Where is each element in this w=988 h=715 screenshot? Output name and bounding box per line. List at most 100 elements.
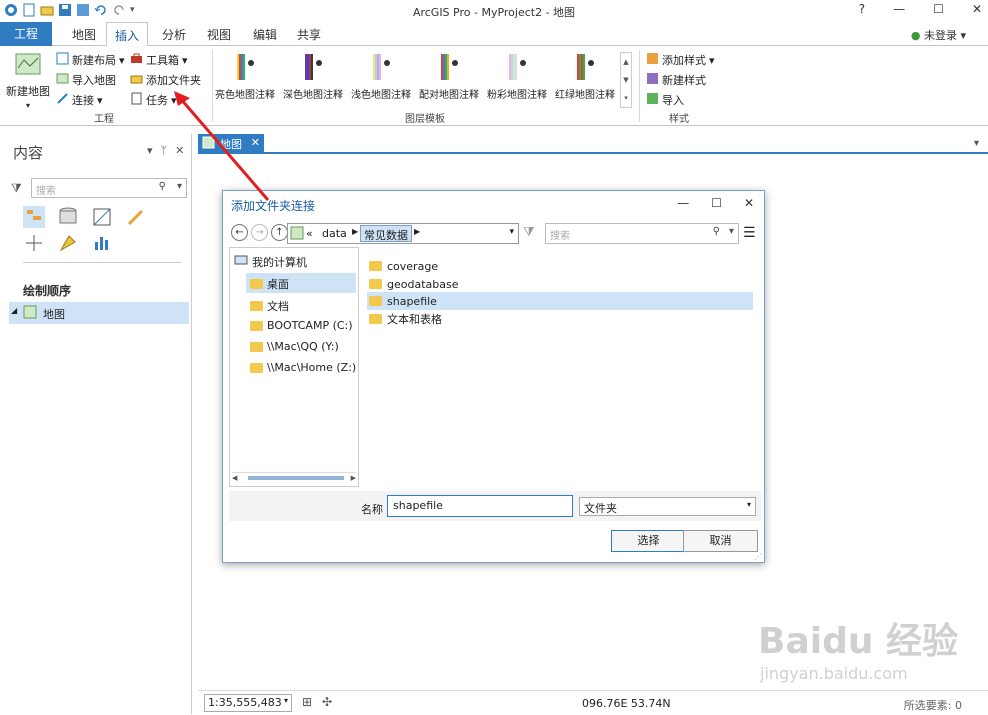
import-map-button[interactable]: 导入地图: [56, 72, 116, 88]
layer-template-item[interactable]: 红绿地图注释: [552, 54, 618, 101]
list-by-charts-icon[interactable]: [91, 232, 113, 257]
chevron-down-icon: ▾: [25, 101, 30, 110]
layer-template-icon: [348, 54, 414, 86]
gallery-scroll[interactable]: ▲ ▼ ▾: [620, 52, 632, 108]
list-item-coverage[interactable]: coverage: [367, 257, 753, 275]
tab-edit[interactable]: 编辑: [253, 26, 277, 43]
up-icon[interactable]: ↑: [271, 224, 288, 241]
maximize-button[interactable]: ☐: [933, 2, 944, 16]
chevron-down-icon: ▾: [960, 29, 966, 42]
chevron-down-icon[interactable]: ▾: [509, 227, 514, 237]
toolbox-button[interactable]: 工具箱 ▾: [130, 52, 188, 68]
pane-options-icon[interactable]: ▾: [147, 144, 153, 157]
ribbon-separator: [639, 50, 640, 122]
tree-item-desktop[interactable]: 桌面: [250, 276, 289, 292]
list-by-source-icon[interactable]: [57, 206, 79, 231]
tab-insert[interactable]: 插入: [106, 22, 149, 47]
list-item-text-tables[interactable]: 文本和表格: [367, 310, 753, 328]
layer-template-icon: [552, 54, 618, 86]
add-style-button[interactable]: 添加样式 ▾: [646, 52, 715, 68]
close-icon[interactable]: ✕: [251, 136, 260, 149]
view-options-menu-icon[interactable]: ☰: [743, 225, 756, 241]
list-by-drawing-order-icon[interactable]: [23, 206, 45, 231]
filter-icon[interactable]: ⧩: [11, 181, 22, 196]
folder-tree: 我的计算机 桌面 文档 BOOTCAMP (C:) \\Mac\QQ (Y:) …: [229, 247, 359, 487]
file-type-select[interactable]: 文件夹 ▾: [579, 497, 756, 516]
new-map-button[interactable]: 新建地图 ▾: [6, 52, 50, 110]
connect-button[interactable]: 连接 ▾: [56, 92, 103, 108]
tab-share[interactable]: 共享: [297, 26, 321, 43]
back-icon[interactable]: ←: [231, 224, 248, 241]
close-button[interactable]: ✕: [972, 2, 982, 16]
list-by-editing-icon[interactable]: [125, 206, 147, 231]
layer-template-item[interactable]: 深色地图注释: [280, 54, 346, 101]
dialog-navigation-bar: ← → ↑ « data ▶ 常见数据 ▶ ▾ ⧩ 搜索 ⚲ ▾ ☰: [229, 223, 761, 245]
file-label: coverage: [387, 259, 439, 273]
tab-project[interactable]: 工程: [0, 22, 52, 46]
pin-icon[interactable]: ᛘ: [161, 144, 168, 157]
dialog-close-button[interactable]: ✕: [744, 196, 754, 210]
new-layout-button[interactable]: 新建布局 ▾: [56, 52, 125, 68]
layer-template-item[interactable]: 亮色地图注释: [212, 54, 278, 101]
grid-icon[interactable]: ⊞: [302, 695, 312, 709]
tab-map-view[interactable]: 地图 ✕: [198, 134, 264, 152]
tree-item-my-computer[interactable]: 我的计算机: [234, 254, 307, 270]
view-options-icon[interactable]: ▾: [974, 138, 979, 149]
new-map-icon: [14, 52, 42, 81]
list-item-geodatabase[interactable]: geodatabase: [367, 275, 753, 293]
new-style-button[interactable]: 新建样式: [646, 72, 706, 88]
tab-analysis[interactable]: 分析: [162, 26, 186, 43]
layer-template-item[interactable]: 粉彩地图注释: [484, 54, 550, 101]
dialog-minimize-button[interactable]: —: [677, 196, 689, 210]
map-icon: [290, 226, 304, 243]
breadcrumb-data[interactable]: data: [322, 227, 347, 240]
name-input[interactable]: shapefile: [387, 495, 573, 517]
breadcrumb-chevron-icon[interactable]: ▶: [414, 227, 420, 236]
user-signin[interactable]: ● 未登录 ▾: [911, 27, 966, 43]
address-bar[interactable]: « data ▶ 常见数据 ▶ ▾: [287, 223, 519, 244]
tree-item-bootcamp[interactable]: BOOTCAMP (C:): [250, 319, 353, 332]
map-layer-item[interactable]: ◢ 地图: [9, 302, 189, 324]
file-label: shapefile: [387, 294, 437, 308]
snapping-icon[interactable]: ✣: [322, 695, 332, 709]
layer-template-icon: [280, 54, 346, 86]
scale-selector[interactable]: 1:35,555,483 ▾: [204, 694, 292, 712]
forward-icon[interactable]: →: [251, 224, 268, 241]
cancel-button[interactable]: 取消: [683, 530, 758, 552]
chevron-down-icon: ▾: [182, 53, 188, 67]
tree-item-mac-home[interactable]: \\Mac\Home (Z:): [250, 361, 356, 374]
tree-horizontal-scrollbar[interactable]: ◀ ▶: [232, 472, 356, 482]
help-button[interactable]: ?: [859, 2, 865, 16]
tab-map[interactable]: 地图: [72, 26, 96, 43]
chevron-down-icon: ▾: [283, 696, 288, 705]
minimize-button[interactable]: —: [893, 2, 905, 16]
layer-template-item[interactable]: 配对地图注释: [416, 54, 482, 101]
toolbox-icon: [130, 52, 143, 68]
breadcrumb-chevron-icon[interactable]: ▶: [352, 227, 358, 236]
list-item-shapefile[interactable]: shapefile: [367, 292, 753, 310]
drawing-order-heading: 绘制顺序: [23, 284, 72, 298]
close-icon[interactable]: ✕: [175, 144, 184, 157]
tree-item-documents[interactable]: 文档: [250, 298, 289, 314]
filter-icon[interactable]: ⧩: [523, 225, 535, 240]
import-style-button[interactable]: 导入: [646, 92, 684, 108]
folder-icon: [250, 341, 263, 352]
contents-search-input[interactable]: 搜索 ⚲ ▾: [31, 178, 187, 198]
list-by-labeling-icon[interactable]: [57, 232, 79, 257]
resize-grip-icon[interactable]: ⋰: [754, 552, 762, 561]
breadcrumb-overflow[interactable]: «: [306, 227, 313, 240]
layer-template-item[interactable]: 浅色地图注释: [348, 54, 414, 101]
dialog-maximize-button[interactable]: ☐: [711, 196, 722, 210]
expand-triangle-icon[interactable]: ◢: [11, 306, 17, 315]
tasks-button[interactable]: 任务 ▾: [130, 92, 177, 108]
dialog-search-input[interactable]: 搜索 ⚲ ▾: [545, 223, 739, 244]
chevron-down-icon: ▾: [171, 93, 177, 107]
breadcrumb-current[interactable]: 常见数据: [360, 225, 412, 242]
add-folder-button[interactable]: 添加文件夹: [130, 72, 201, 88]
tab-view[interactable]: 视图: [207, 26, 231, 43]
select-button[interactable]: 选择: [611, 530, 686, 552]
list-by-snapping-icon[interactable]: [23, 232, 45, 257]
tree-item-mac-qq[interactable]: \\Mac\QQ (Y:): [250, 340, 339, 353]
list-by-selection-icon[interactable]: [91, 206, 113, 231]
watermark-brand: Baidu 经验: [758, 621, 959, 662]
